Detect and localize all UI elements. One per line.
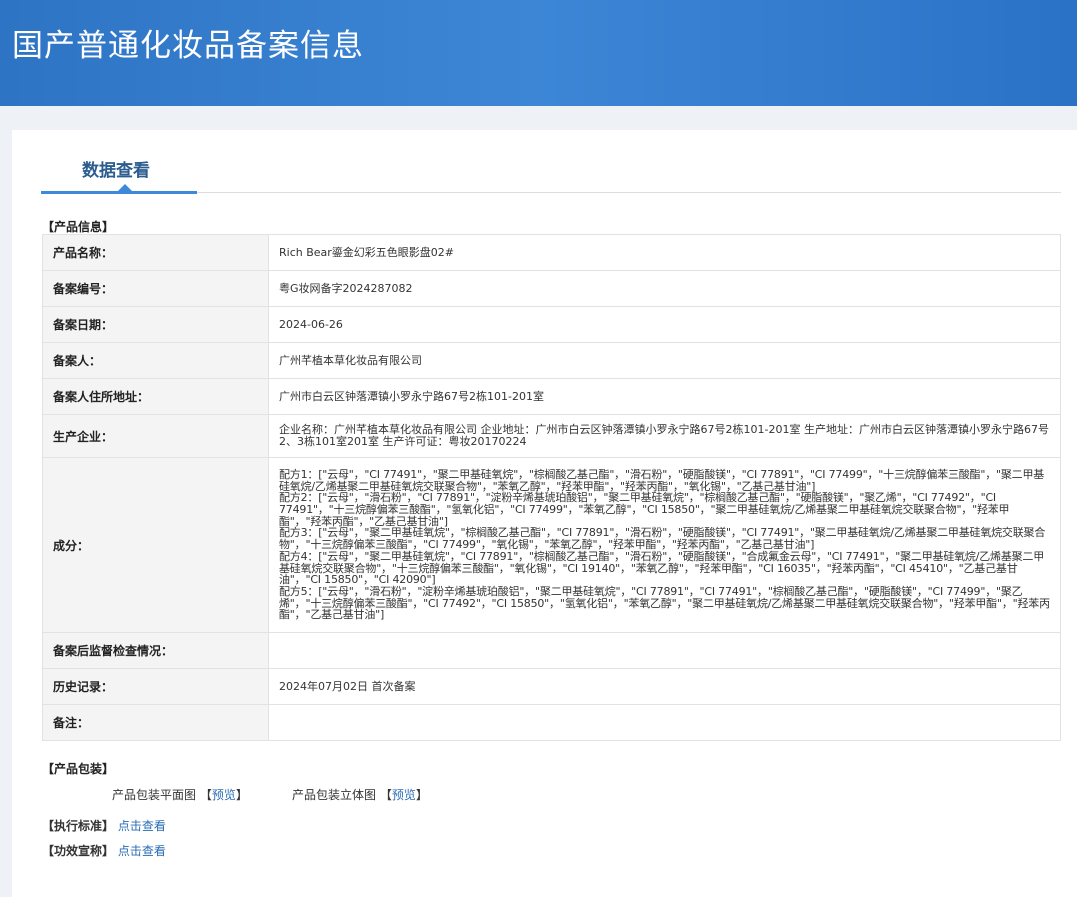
table-row: 历史记录： 2024年07月02日 首次备案	[42, 668, 1061, 705]
row-label: 备案人住所地址：	[42, 378, 269, 415]
efficacy-label: 【功效宣称】	[42, 844, 115, 858]
bracket: 】	[235, 788, 248, 802]
standard-row: 【执行标准】 点击查看	[42, 817, 166, 834]
ingredients: 配方1：["云母"，"CI 77491"，"聚二甲基硅氧烷"，"棕榈酸乙基己酯"…	[268, 457, 1061, 633]
packaging-solid: 产品包装立体图 【预览】	[292, 786, 428, 803]
formula-4: 配方4：["云母"，"聚二甲基硅氧烷"，"CI 77891"，"棕榈酸乙基己酯"…	[279, 549, 1045, 587]
packaging-flat: 产品包装平面图 【预览】	[112, 786, 248, 803]
filer: 广州芊植本草化妆品有限公司	[268, 342, 1061, 379]
product-info-table: 产品名称： Rich Bear鎏金幻彩五色眼影盘02# 备案编号： 粤G妆网备字20…	[42, 234, 1061, 741]
filer-address: 广州市白云区钟落潭镇小罗永宁路67号2栋101-201室	[268, 378, 1061, 415]
filing-date: 2024-06-26	[268, 306, 1061, 343]
row-label: 产品名称：	[42, 234, 269, 271]
row-label: 备案编号：	[42, 270, 269, 307]
tab-arrow-icon	[118, 184, 132, 191]
row-label: 备案人：	[42, 342, 269, 379]
formula-2: 配方2：["云母"，"滑石粉"，"CI 77891"，"淀粉辛烯基琥珀酸铝"，"…	[279, 491, 1010, 528]
table-row: 生产企业： 企业名称：广州芊植本草化妆品有限公司 企业地址：广州市白云区钟落潭镇小…	[42, 414, 1061, 458]
packaging-solid-preview-link[interactable]: 预览	[392, 788, 416, 802]
table-row: 备案人： 广州芊植本草化妆品有限公司	[42, 342, 1061, 379]
formula-1: 配方1：["云母"，"CI 77491"，"聚二甲基硅氧烷"，"棕榈酸乙基己酯"…	[279, 467, 1045, 493]
product-name: Rich Bear鎏金幻彩五色眼影盘02#	[268, 234, 1061, 271]
table-row: 备案日期： 2024-06-26	[42, 306, 1061, 343]
row-label: 生产企业：	[42, 414, 269, 458]
table-row: 成分： 配方1：["云母"，"CI 77491"，"聚二甲基硅氧烷"，"棕榈酸乙…	[42, 457, 1061, 633]
table-row: 备案人住所地址： 广州市白云区钟落潭镇小罗永宁路67号2栋101-201室	[42, 378, 1061, 415]
filing-number: 粤G妆网备字2024287082	[268, 270, 1061, 307]
efficacy-link[interactable]: 点击查看	[118, 844, 166, 858]
content-card: 数据查看 【产品信息】 产品名称： Rich Bear鎏金幻彩五色眼影盘02# 备…	[12, 130, 1077, 897]
tab-data-view[interactable]: 数据查看	[82, 156, 150, 181]
history: 2024年07月02日 首次备案	[268, 668, 1061, 705]
packaging-solid-label: 产品包装立体图	[292, 788, 377, 802]
remarks	[268, 704, 1061, 741]
row-label: 成分：	[42, 457, 269, 633]
formula-5: 配方5：["云母"，"滑石粉"，"淀粉辛烯基琥珀酸铝"，"聚二甲基硅氧烷"，"C…	[279, 584, 1050, 622]
packaging-flat-label: 产品包装平面图	[112, 788, 197, 802]
product-info-title: 【产品信息】	[42, 220, 115, 234]
row-label: 备案后监督检查情况：	[42, 632, 269, 669]
packaging-title: 【产品包装】	[42, 762, 115, 776]
row-label: 历史记录：	[42, 668, 269, 705]
packaging-flat-preview-link[interactable]: 预览	[212, 788, 236, 802]
bracket: 【	[379, 788, 392, 802]
bracket: 【	[199, 788, 212, 802]
supervision-status	[268, 632, 1061, 669]
standard-link[interactable]: 点击查看	[118, 819, 166, 833]
bracket: 】	[415, 788, 428, 802]
formula-3: 配方3：["云母"，"聚二甲基硅氧烷"，"棕榈酸乙基己酯"，"CI 77891"…	[279, 526, 1046, 552]
table-row: 产品名称： Rich Bear鎏金幻彩五色眼影盘02#	[42, 234, 1061, 271]
row-label: 备注：	[42, 704, 269, 741]
tab-active-indicator	[41, 191, 197, 194]
standard-label: 【执行标准】	[42, 819, 115, 833]
table-row: 备注：	[42, 704, 1061, 741]
table-row: 备案编号： 粤G妆网备字2024287082	[42, 270, 1061, 307]
page-title: 国产普通化妆品备案信息	[12, 28, 364, 64]
manufacturer: 企业名称：广州芊植本草化妆品有限公司 企业地址：广州市白云区钟落潭镇小罗永宁路6…	[268, 414, 1061, 458]
efficacy-row: 【功效宣称】 点击查看	[42, 842, 166, 859]
page-header: 国产普通化妆品备案信息	[0, 0, 1077, 106]
row-label: 备案日期：	[42, 306, 269, 343]
table-row: 备案后监督检查情况：	[42, 632, 1061, 669]
